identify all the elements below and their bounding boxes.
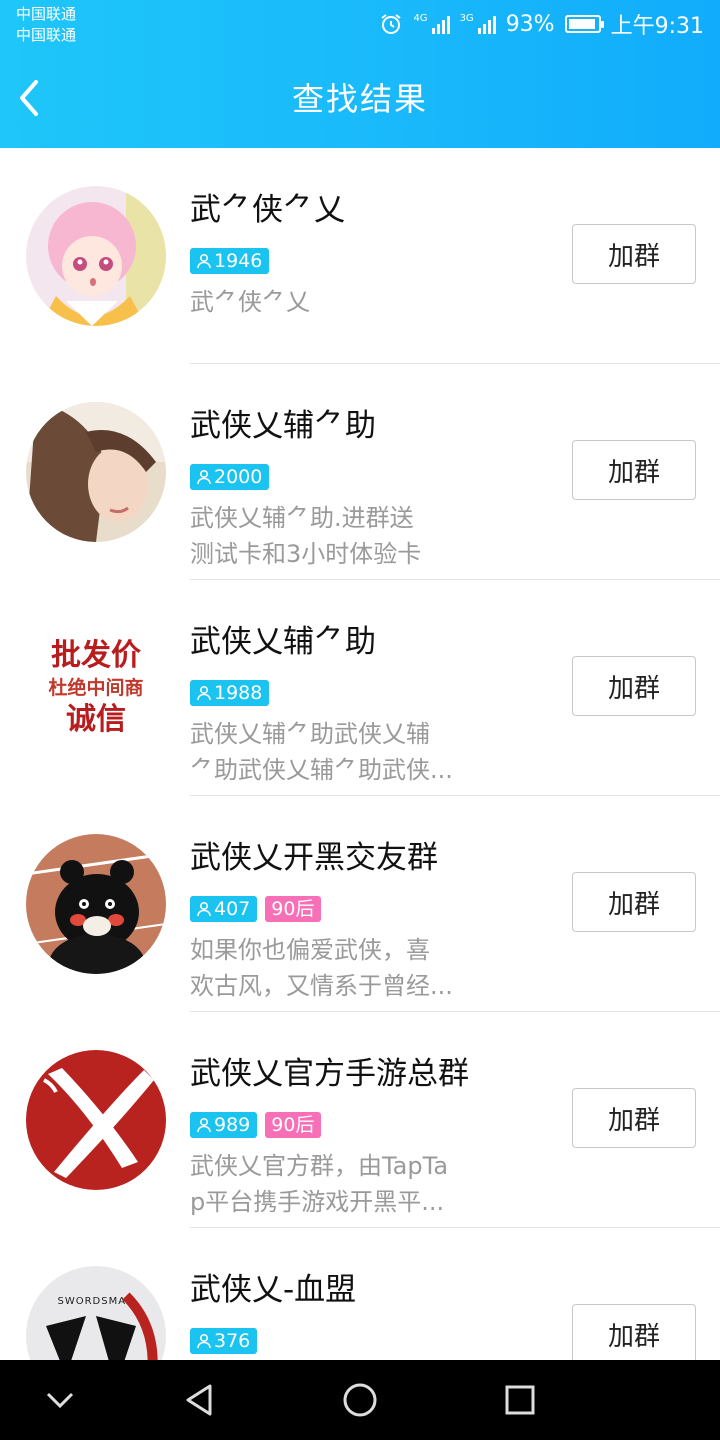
carrier-1: 中国联通 — [16, 5, 77, 23]
page-title: 查找结果 — [291, 80, 428, 118]
avatar — [26, 186, 166, 326]
result-list[interactable]: 武⺈侠⺈乂 1946 武⺈侠⺈乂 加群 武侠乂辅⺈助 2000 武侠乂辅⺈助.进… — [0, 148, 720, 1360]
description-line: ⺈助武侠乂辅⺈助武侠... — [190, 756, 453, 784]
carrier-labels: 中国联通 中国联通 — [16, 4, 76, 46]
person-icon — [197, 1333, 211, 1349]
description-line: p平台携手游戏开黑平... — [190, 1188, 445, 1216]
member-count-badge: 376 — [190, 1328, 258, 1354]
group-tags: 407 90后 — [190, 896, 322, 922]
carrier-2: 中国联通 — [16, 26, 77, 44]
bear-mascot-avatar-icon — [26, 834, 166, 974]
list-item[interactable]: 批发价 杜绝中间商 诚信 武侠乂辅⺈助 1988 武侠乂辅⺈助武侠乂辅 ⺈助武侠… — [0, 580, 720, 796]
member-count-badge: 1946 — [190, 248, 270, 274]
group-tags: 2000 — [190, 464, 270, 490]
group-tags: 1946 — [190, 248, 270, 274]
game-logo-avatar-icon — [46, 1292, 158, 1360]
app-header: 中国联通 中国联通 4G 3G 93% 上午9:31 查找结果 — [0, 0, 720, 148]
member-count: 1988 — [214, 682, 263, 704]
status-icons: 4G 3G 93% 上午9:31 — [379, 10, 704, 39]
nav-collapse-icon — [46, 1392, 74, 1409]
nav-recents-icon — [505, 1385, 535, 1415]
group-description: 如果你也偏爱武侠，喜 欢古风，又情系于曾经... — [190, 932, 480, 1004]
avatar: SWORDSMAN — [26, 1266, 166, 1360]
join-group-button[interactable]: 加群 — [572, 656, 696, 716]
list-item[interactable]: 武侠乂辅⺈助 2000 武侠乂辅⺈助.进群送 测试卡和3小时体验卡 加群 — [0, 364, 720, 580]
avatar-text-line: 诚信 — [66, 702, 126, 737]
group-description: 武侠乂官方群，由TapTa p平台携手游戏开黑平... — [190, 1148, 480, 1220]
age-tag-badge: 90后 — [265, 1112, 322, 1138]
member-count-badge: 407 — [190, 896, 258, 922]
description-line: 武⺈侠⺈乂 — [190, 288, 310, 316]
description-line: 测试卡和3小时体验卡 — [190, 540, 422, 568]
nav-back-icon — [186, 1384, 212, 1416]
avatar — [26, 1050, 166, 1190]
photo-portrait-avatar-icon — [26, 402, 166, 542]
group-name[interactable]: 武侠乂辅⺈助 — [190, 616, 376, 661]
description-line: 武侠乂官方群，由TapTa — [190, 1152, 449, 1180]
signal-icon: 3G — [460, 14, 496, 34]
alarm-icon — [381, 14, 402, 34]
group-name[interactable]: 武⺈侠⺈乂 — [190, 184, 345, 229]
person-icon — [197, 685, 211, 701]
group-description: 武侠乂辅⺈助武侠乂辅 ⺈助武侠乂辅⺈助武侠... — [190, 716, 480, 788]
member-count-badge: 1988 — [190, 680, 270, 706]
person-icon — [197, 901, 211, 917]
game-logo-avatar-icon — [26, 1050, 166, 1190]
description-line: 武侠乂辅⺈助武侠乂辅 — [190, 720, 430, 748]
battery-percent: 93% — [505, 11, 555, 37]
list-item[interactable]: 武侠乂官方手游总群 989 90后 武侠乂官方群，由TapTa p平台携手游戏开… — [0, 1012, 720, 1228]
group-description: 武⺈侠⺈乂 — [190, 284, 480, 320]
group-name[interactable]: 武侠乂-血盟 — [190, 1264, 356, 1309]
signal-icon: 4G — [413, 14, 450, 34]
status-bar: 中国联通 中国联通 4G 3G 93% 上午9:31 — [0, 0, 720, 50]
member-count-badge: 989 — [190, 1112, 258, 1138]
nav-home-icon — [343, 1383, 377, 1417]
member-count: 407 — [214, 898, 251, 920]
system-navigation-bar — [0, 1360, 720, 1440]
join-group-button[interactable]: 加群 — [572, 872, 696, 932]
nav-back-button[interactable] — [180, 1380, 220, 1420]
member-count: 1946 — [214, 250, 263, 272]
nav-collapse-button[interactable] — [40, 1380, 80, 1420]
battery-fill — [568, 19, 595, 29]
list-item[interactable]: 武侠乂开黑交友群 407 90后 如果你也偏爱武侠，喜 欢古风，又情系于曾经..… — [0, 796, 720, 1012]
group-description: 武侠乂辅⺈助.进群送 测试卡和3小时体验卡 — [190, 500, 480, 572]
member-count-badge: 2000 — [190, 464, 270, 490]
anime-girl-avatar-icon — [26, 186, 166, 326]
avatar — [26, 402, 166, 542]
avatar-text-line: 杜绝中间商 — [48, 677, 144, 699]
list-item[interactable]: SWORDSMAN 武侠乂-血盟 376 加群 — [0, 1228, 720, 1360]
description-line: 欢古风，又情系于曾经... — [190, 972, 453, 1000]
join-group-button[interactable]: 加群 — [572, 1088, 696, 1148]
person-icon — [197, 1117, 211, 1133]
description-line: 如果你也偏爱武侠，喜 — [190, 936, 430, 964]
avatar — [26, 834, 166, 974]
avatar: 批发价 杜绝中间商 诚信 — [26, 618, 166, 758]
person-icon — [197, 253, 211, 269]
group-tags: 1988 — [190, 680, 270, 706]
nav-recents-button[interactable] — [500, 1380, 540, 1420]
group-name[interactable]: 武侠乂辅⺈助 — [190, 400, 376, 445]
age-tag-badge: 90后 — [265, 896, 322, 922]
avatar-text-line: 批发价 — [51, 638, 141, 673]
join-group-button[interactable]: 加群 — [572, 440, 696, 500]
member-count: 2000 — [214, 466, 263, 488]
group-tags: 376 — [190, 1328, 258, 1354]
list-item[interactable]: 武⺈侠⺈乂 1946 武⺈侠⺈乂 加群 — [0, 148, 720, 364]
title-bar: 查找结果 — [0, 50, 720, 148]
battery-icon — [564, 15, 604, 33]
member-count: 376 — [214, 1330, 251, 1352]
clock: 上午9:31 — [610, 14, 704, 39]
group-name[interactable]: 武侠乂开黑交友群 — [190, 832, 438, 877]
join-group-button[interactable]: 加群 — [572, 224, 696, 284]
member-count: 989 — [214, 1114, 251, 1136]
nav-home-button[interactable] — [340, 1380, 380, 1420]
person-icon — [197, 469, 211, 485]
group-tags: 989 90后 — [190, 1112, 322, 1138]
join-group-button[interactable]: 加群 — [572, 1304, 696, 1360]
group-name[interactable]: 武侠乂官方手游总群 — [190, 1048, 469, 1093]
description-line: 武侠乂辅⺈助.进群送 — [190, 504, 414, 532]
